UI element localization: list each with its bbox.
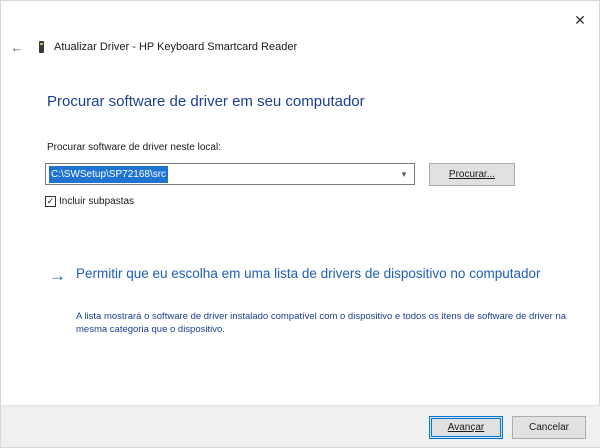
cancel-button[interactable]: Cancelar xyxy=(512,416,586,439)
page-heading: Procurar software de driver em seu compu… xyxy=(47,93,365,110)
cancel-button-label: Cancelar xyxy=(528,422,570,433)
close-icon: ✕ xyxy=(574,11,586,28)
smartcard-reader-icon xyxy=(39,41,44,53)
path-field-label: Procurar software de driver neste local: xyxy=(47,142,221,153)
next-button[interactable]: Avançar xyxy=(429,416,503,439)
arrow-right-icon: → xyxy=(49,266,66,285)
update-driver-dialog: ✕ ← Atualizar Driver - HP Keyboard Smart… xyxy=(0,0,600,448)
checkmark-icon: ✓ xyxy=(46,196,55,206)
browse-button-label: Procurar... xyxy=(448,169,496,180)
pick-from-list-link[interactable]: Permitir que eu escolha em uma lista de … xyxy=(76,265,546,283)
browse-button[interactable]: Procurar... xyxy=(429,163,515,186)
back-arrow-icon: ← xyxy=(10,39,24,55)
include-subfolders-row[interactable]: ✓ Incluir subpastas xyxy=(45,196,134,207)
next-button-label: Avançar xyxy=(447,422,485,433)
dialog-title-row: Atualizar Driver - HP Keyboard Smartcard… xyxy=(39,39,297,55)
back-button[interactable]: ← xyxy=(8,39,26,55)
pick-from-list-description: A lista mostrará o software de driver in… xyxy=(76,311,567,335)
include-subfolders-label[interactable]: Incluir subpastas xyxy=(59,196,134,207)
path-input-value[interactable]: C:\SWSetup\SP72168\src xyxy=(49,165,169,183)
dialog-title: Atualizar Driver - HP Keyboard Smartcard… xyxy=(54,41,298,53)
dialog-footer: Avançar Cancelar xyxy=(1,405,600,447)
chevron-down-icon[interactable]: ▾ xyxy=(396,164,412,184)
close-button[interactable]: ✕ xyxy=(569,9,591,31)
path-combobox[interactable]: C:\SWSetup\SP72168\src ▾ xyxy=(45,163,415,185)
include-subfolders-checkbox[interactable]: ✓ xyxy=(45,196,56,207)
